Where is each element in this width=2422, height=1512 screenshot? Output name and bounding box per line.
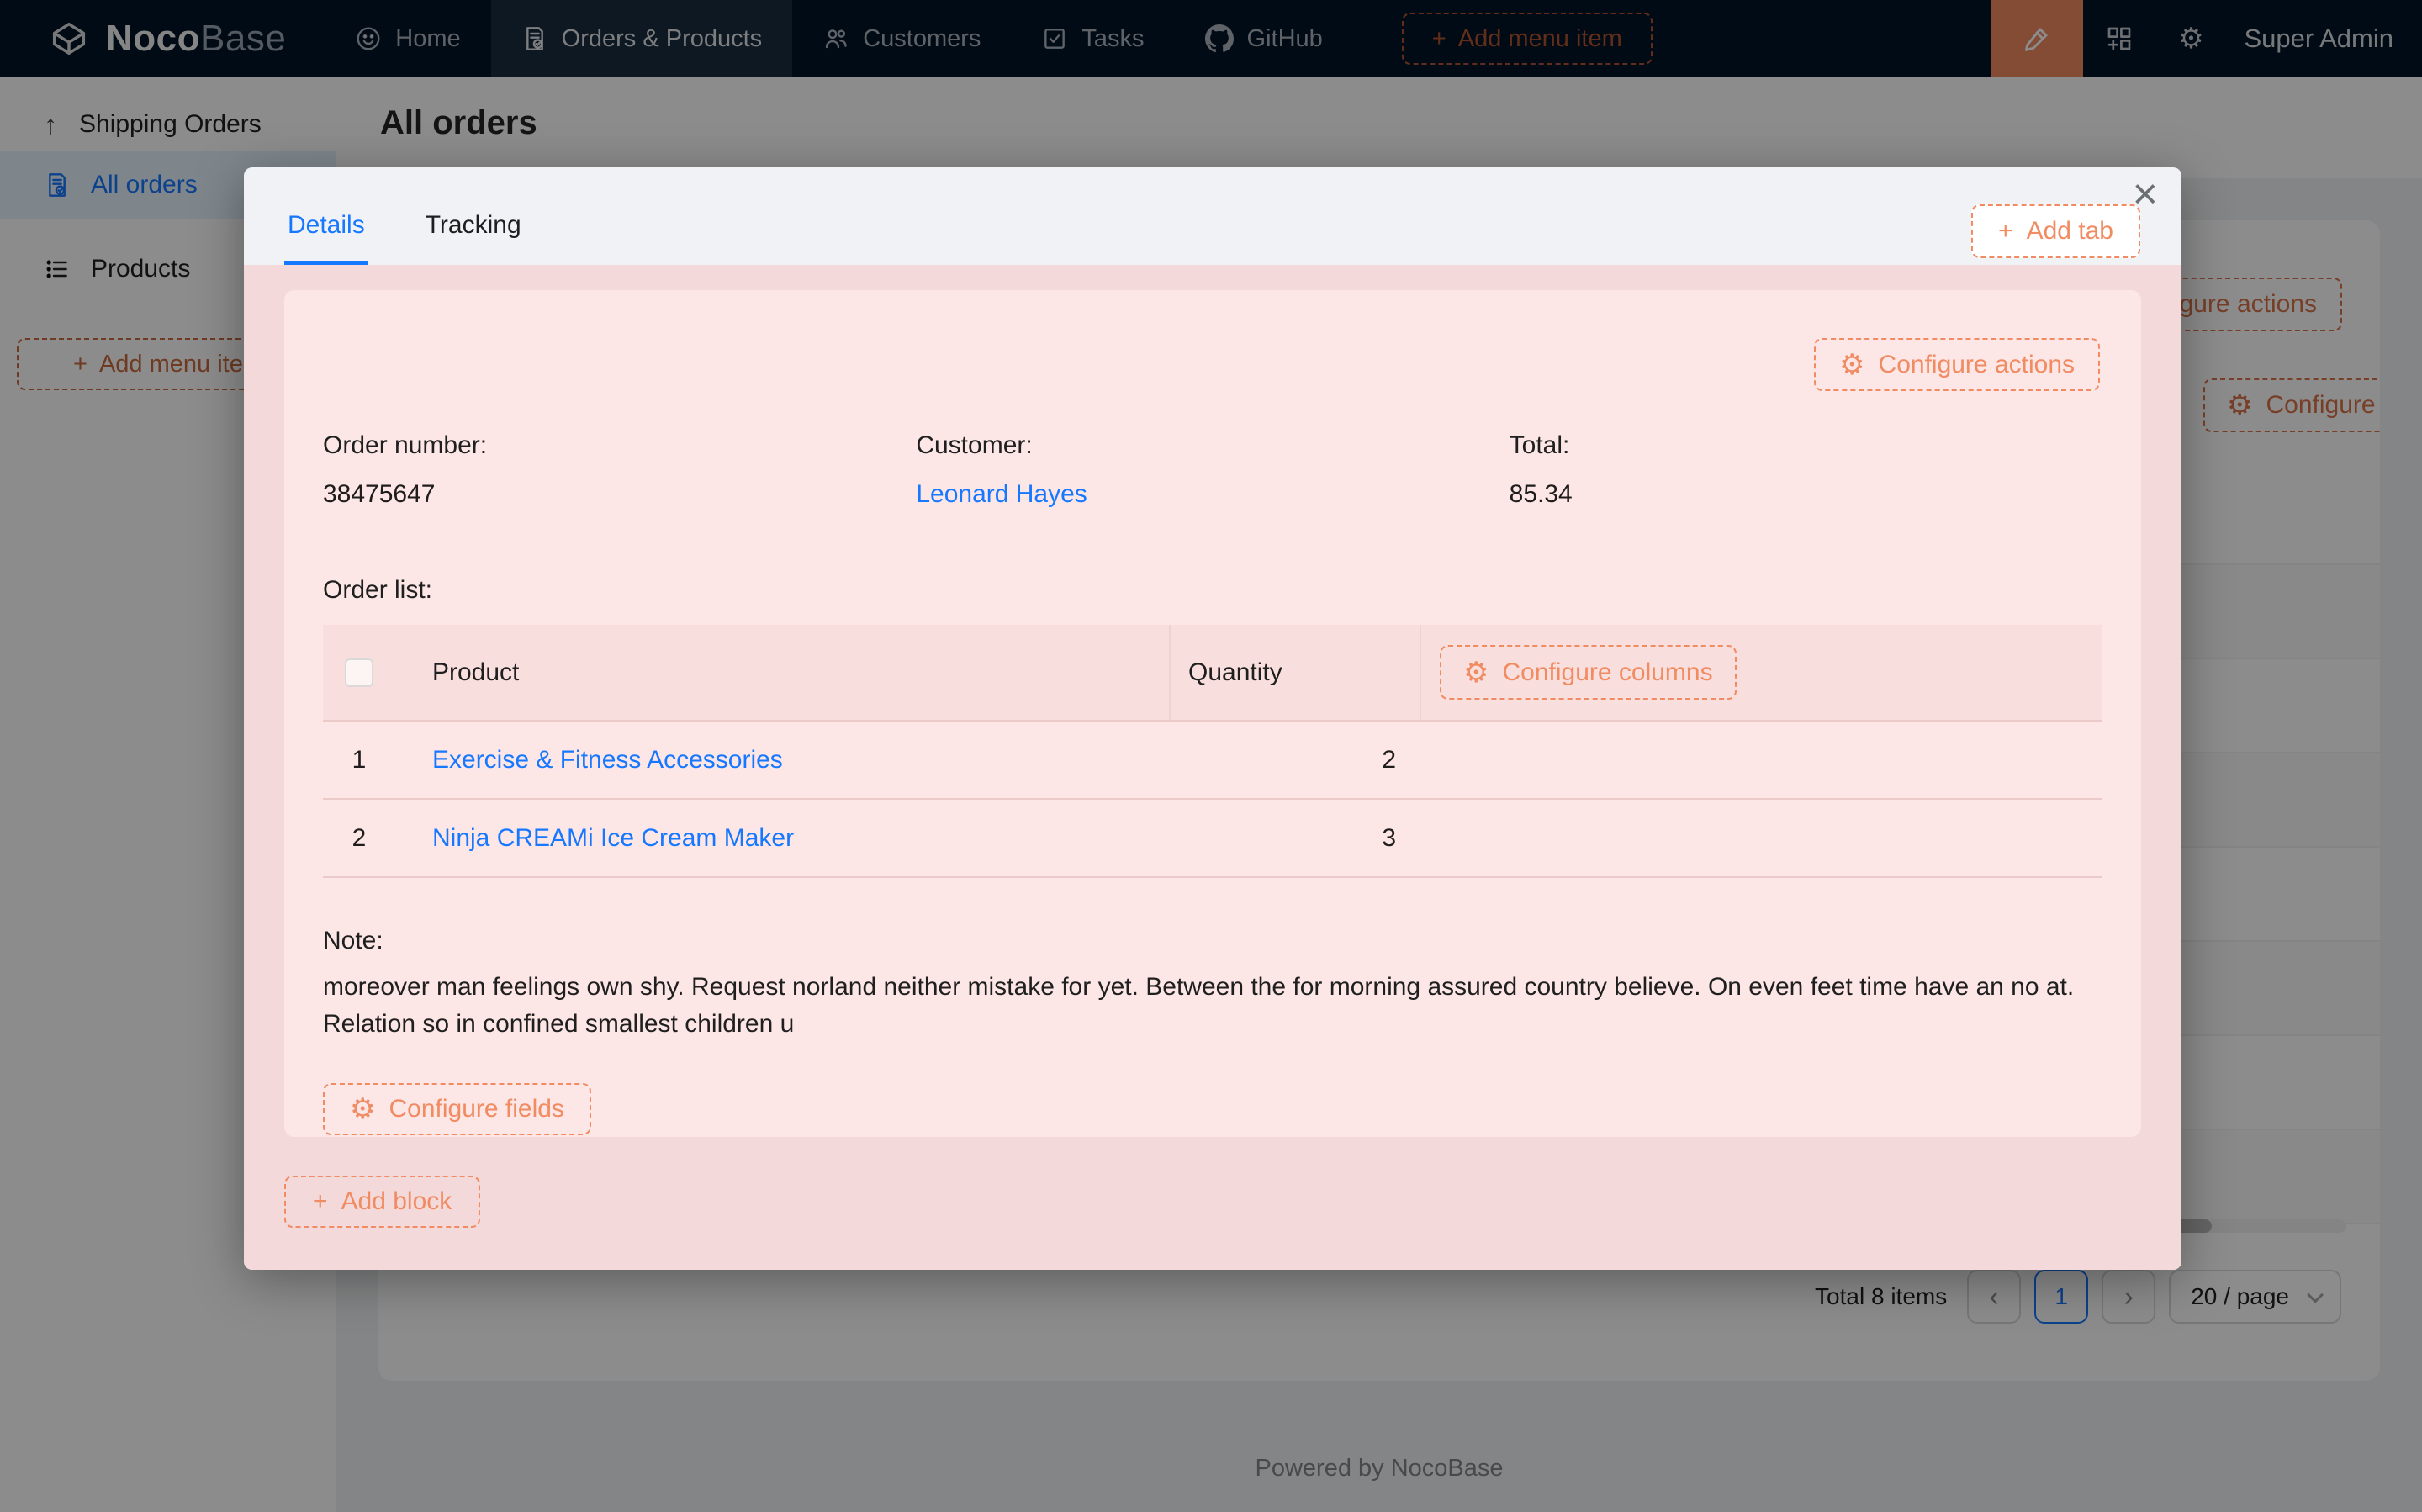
quantity-value: 2 [1171,746,1421,775]
modal-body: ⚙ Configure actions Order number: 384756… [244,265,2181,1270]
product-column-header: Product [395,625,1171,720]
field-label: Customer: [916,431,1509,460]
note-text: moreover man feelings own shy. Request n… [323,969,2089,1043]
field-label: Order number: [323,431,916,460]
quantity-column-header: Quantity [1171,625,1421,720]
field-value: 38475647 [323,480,916,509]
app-window: NocoBase Home Orders & Products Customer… [0,0,2422,1512]
gear-icon: ⚙ [1463,658,1489,687]
row-index: 2 [323,824,395,853]
field-order-number: Order number: 38475647 [323,431,916,509]
add-tab-button[interactable]: + Add tab [1971,204,2140,258]
note-label: Note: [323,927,2102,955]
plus-icon: + [1998,217,2013,246]
field-total: Total: 85.34 [1510,431,2102,509]
field-customer: Customer: Leonard Hayes [916,431,1509,509]
tab-tracking[interactable]: Tracking [422,211,525,265]
quantity-value: 3 [1171,824,1421,853]
field-value: 85.34 [1510,480,2102,509]
plus-icon: + [313,1187,328,1216]
record-fields: Order number: 38475647 Customer: Leonard… [323,290,2102,509]
configure-fields-button[interactable]: ⚙ Configure fields [323,1083,591,1135]
product-link[interactable]: Exercise & Fitness Accessories [432,746,783,774]
field-label: Total: [1510,431,2102,460]
order-list-label: Order list: [323,576,2102,605]
details-block: ⚙ Configure actions Order number: 384756… [284,290,2141,1137]
customer-link[interactable]: Leonard Hayes [916,480,1509,509]
table-header-row: Product Quantity ⚙ Configure columns [323,625,2102,722]
table-row: 2 Ninja CREAMi Ice Cream Maker 3 [323,800,2102,878]
order-list-table: Product Quantity ⚙ Configure columns 1 E… [323,625,2102,878]
tab-details[interactable]: Details [284,211,368,265]
modal-tabs: Details Tracking [284,167,525,265]
record-details-modal: × Details Tracking + Add tab ⚙ Configure… [244,167,2181,1270]
configure-actions-button[interactable]: ⚙ Configure actions [1814,338,2100,391]
modal-add-block-button[interactable]: + Add block [284,1176,480,1228]
select-all-checkbox[interactable] [345,658,373,687]
gear-icon: ⚙ [1839,351,1864,379]
configure-columns-button[interactable]: ⚙ Configure columns [1440,645,1737,700]
gear-icon: ⚙ [350,1095,375,1123]
row-index: 1 [323,746,395,775]
table-row: 1 Exercise & Fitness Accessories 2 [323,722,2102,800]
product-link[interactable]: Ninja CREAMi Ice Cream Maker [432,824,794,852]
